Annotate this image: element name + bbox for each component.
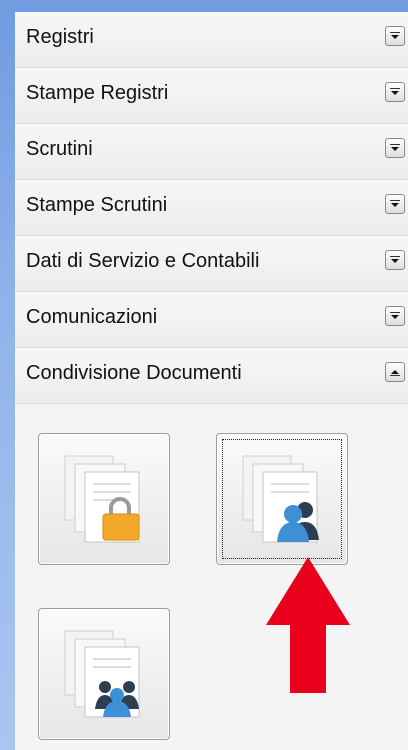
section-label: Scrutini	[26, 138, 93, 160]
expand-toggle-icon[interactable]	[385, 26, 405, 46]
section-label: Condivisione Documenti	[26, 362, 242, 384]
shared-documents-button[interactable]	[216, 433, 348, 565]
document-group-icon	[64, 630, 140, 718]
expand-toggle-icon[interactable]	[385, 194, 405, 214]
collapse-toggle-icon[interactable]	[385, 362, 405, 382]
arrow-up-icon	[266, 557, 350, 693]
section-condivisione-documenti[interactable]: Condivisione Documenti	[15, 348, 408, 404]
document-lock-icon	[64, 455, 140, 543]
section-label: Stampe Registri	[26, 82, 169, 104]
group-documents-button[interactable]	[38, 608, 170, 740]
red-arrow-annotation	[266, 557, 350, 693]
expand-toggle-icon[interactable]	[385, 82, 405, 102]
expand-toggle-icon[interactable]	[385, 138, 405, 158]
section-label: Dati di Servizio e Contabili	[26, 250, 260, 272]
section-label: Stampe Scrutini	[26, 194, 168, 216]
section-comunicazioni[interactable]: Comunicazioni	[15, 292, 408, 348]
section-label: Registri	[26, 26, 94, 48]
section-stampe-scrutini[interactable]: Stampe Scrutini	[15, 180, 408, 236]
section-stampe-registri[interactable]: Stampe Registri	[15, 68, 408, 124]
section-registri[interactable]: Registri	[15, 12, 408, 68]
expand-toggle-icon[interactable]	[385, 250, 405, 270]
section-scrutini[interactable]: Scrutini	[15, 124, 408, 180]
document-shared-user-icon	[242, 455, 319, 543]
section-label: Comunicazioni	[26, 306, 158, 328]
private-documents-button[interactable]	[38, 433, 170, 565]
expand-toggle-icon[interactable]	[385, 306, 405, 326]
section-dati-di-servizio[interactable]: Dati di Servizio e Contabili	[15, 236, 408, 292]
